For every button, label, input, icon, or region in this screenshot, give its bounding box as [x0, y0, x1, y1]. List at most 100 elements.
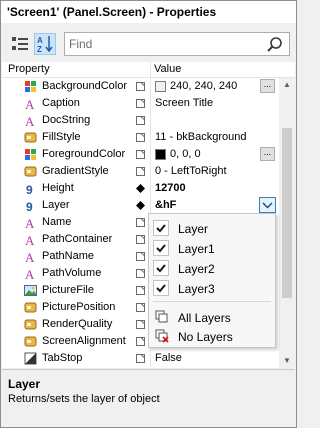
option-label: All Layers	[178, 311, 231, 325]
enum-type-icon	[24, 131, 37, 144]
property-column-header[interactable]: Property	[8, 63, 50, 75]
checkbox-checked-icon[interactable]	[153, 260, 169, 276]
property-row[interactable]: 9 Layer &hF	[2, 197, 279, 214]
row-gutter	[2, 180, 18, 197]
text-type-icon: A	[24, 216, 37, 231]
property-value[interactable]: Screen Title	[155, 97, 213, 109]
option-label: Layer1	[178, 242, 215, 256]
row-gutter	[2, 333, 18, 350]
page-icon	[135, 319, 146, 330]
text-type-icon: A	[24, 233, 37, 248]
property-name: BackgroundColor	[42, 80, 127, 92]
property-value[interactable]: &hF	[155, 199, 176, 211]
text-type-icon: A	[24, 97, 37, 112]
vertical-scrollbar[interactable]: ▲ ▼	[279, 78, 295, 368]
svg-text:9: 9	[26, 200, 33, 212]
property-row[interactable]: GradientStyle 0 - LeftToRight	[2, 163, 279, 180]
row-gutter	[2, 197, 18, 214]
svg-text:A: A	[37, 36, 43, 45]
search-box[interactable]	[64, 32, 290, 56]
scroll-up-icon[interactable]: ▲	[283, 80, 291, 89]
property-name: PicturePosition	[42, 301, 116, 313]
property-name: PathName	[42, 250, 94, 262]
row-gutter	[2, 146, 18, 163]
checkbox-checked-icon[interactable]	[153, 240, 169, 256]
bool-type-icon	[24, 352, 37, 365]
dropdown-separator	[153, 301, 271, 302]
svg-text:A: A	[25, 267, 35, 280]
page-icon	[135, 251, 146, 262]
search-input[interactable]	[69, 36, 259, 52]
text-type-icon: A	[24, 250, 37, 265]
value-column-header[interactable]: Value	[154, 63, 181, 75]
property-value[interactable]: 11 - bkBackground	[155, 131, 247, 143]
property-name: GradientStyle	[42, 165, 109, 177]
number-type-icon: 9	[24, 199, 37, 214]
scrollbar-thumb[interactable]	[282, 128, 292, 298]
property-value[interactable]: 0 - LeftToRight	[155, 165, 227, 177]
row-divider	[150, 112, 151, 129]
alphabetical-sort-button[interactable]: A Z	[34, 33, 56, 55]
property-name: PathVolume	[42, 267, 102, 279]
row-gutter	[2, 231, 18, 248]
property-name: RenderQuality	[42, 318, 113, 330]
property-name: Height	[42, 182, 74, 194]
text-type-icon: A	[24, 267, 37, 282]
property-row[interactable]: A DocString	[2, 112, 279, 129]
diamond-icon	[135, 200, 146, 211]
page-icon	[135, 268, 146, 279]
sort-az-icon: A Z	[37, 36, 53, 54]
row-divider	[150, 78, 151, 95]
property-value[interactable]: 12700	[155, 182, 186, 194]
row-gutter	[2, 112, 18, 129]
row-divider	[150, 350, 151, 367]
row-divider	[150, 146, 151, 163]
no-layers-option[interactable]: No Layers	[149, 326, 275, 346]
property-row[interactable]: FillStyle 11 - bkBackground	[2, 129, 279, 146]
property-name: TabStop	[42, 352, 83, 364]
page-icon	[135, 81, 146, 92]
layer-option[interactable]: Layer	[149, 218, 275, 238]
page-icon	[135, 183, 146, 194]
property-value[interactable]: False	[155, 352, 182, 364]
enum-type-icon	[24, 165, 37, 178]
enum-type-icon	[24, 335, 37, 348]
window-title: 'Screen1' (Panel.Screen) - Properties	[7, 5, 217, 19]
checkbox-checked-icon[interactable]	[153, 220, 169, 236]
property-row[interactable]: BackgroundColor 240, 240, 240...	[2, 78, 279, 95]
column-divider[interactable]	[150, 62, 151, 77]
row-gutter	[2, 265, 18, 282]
all-layers-option[interactable]: All Layers	[149, 307, 275, 327]
property-row[interactable]: TabStop False	[2, 350, 279, 367]
dropdown-button[interactable]	[259, 197, 276, 213]
layer-option[interactable]: Layer1	[149, 238, 275, 258]
scroll-down-icon[interactable]: ▼	[283, 356, 291, 365]
checkbox-checked-icon[interactable]	[153, 280, 169, 296]
property-row[interactable]: A Caption Screen Title	[2, 95, 279, 112]
ellipsis-button[interactable]: ...	[260, 79, 275, 93]
search-icon[interactable]	[266, 36, 284, 54]
page-icon	[135, 149, 146, 160]
row-divider	[150, 180, 151, 197]
layer-option[interactable]: Layer2	[149, 258, 275, 278]
property-row[interactable]: ForegroundColor 0, 0, 0...	[2, 146, 279, 163]
row-divider	[150, 163, 151, 180]
ellipsis-button[interactable]: ...	[260, 147, 275, 161]
property-value[interactable]: 0, 0, 0	[170, 148, 201, 160]
property-name: DocString	[42, 114, 91, 126]
property-name: FillStyle	[42, 131, 81, 143]
page-icon	[135, 115, 146, 126]
layer-option[interactable]: Layer3	[149, 278, 275, 298]
chevron-down-icon	[262, 202, 273, 209]
property-name: Caption	[42, 97, 80, 109]
color-type-icon	[24, 148, 37, 161]
property-row[interactable]: 9 Height 12700	[2, 180, 279, 197]
categorized-view-button[interactable]	[9, 33, 31, 55]
property-name: Name	[42, 216, 72, 228]
enum-type-icon	[24, 318, 37, 331]
row-divider	[150, 129, 151, 146]
title-bar[interactable]: 'Screen1' (Panel.Screen) - Properties	[1, 1, 296, 23]
property-value[interactable]: 240, 240, 240	[170, 80, 237, 92]
color-swatch	[155, 81, 166, 92]
page-icon	[135, 166, 146, 177]
